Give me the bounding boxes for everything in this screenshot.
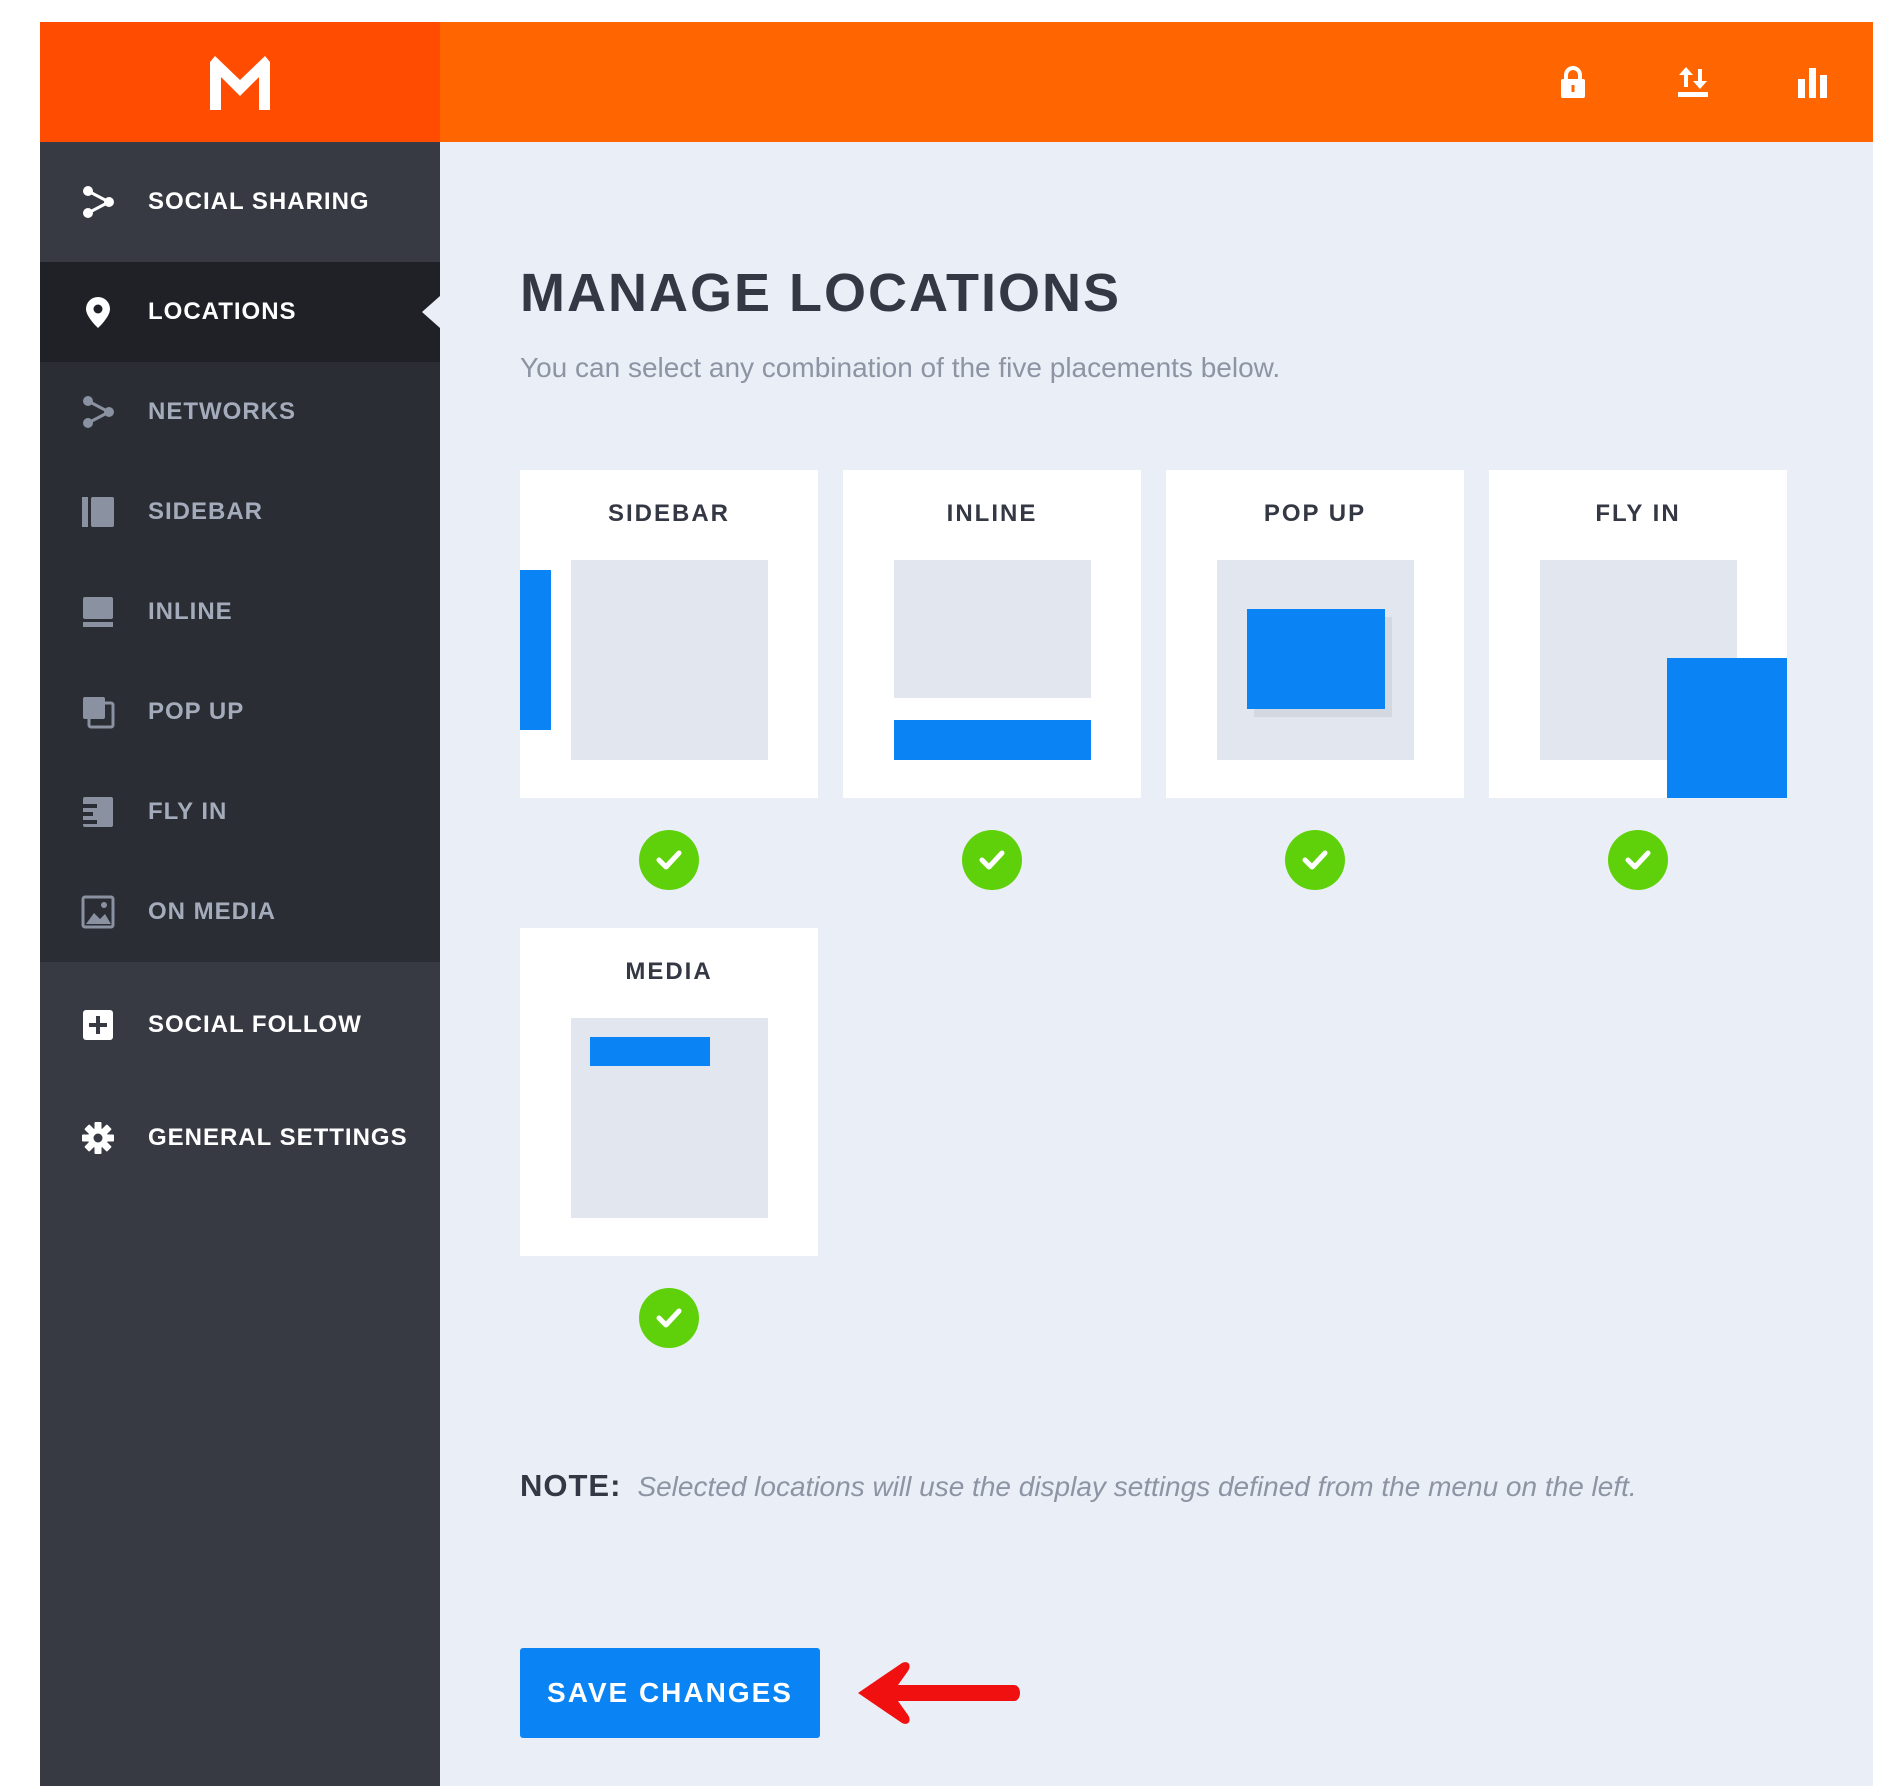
- card-title: MEDIA: [625, 958, 713, 985]
- sidebar-layout-icon: [80, 494, 116, 530]
- sidebar: SOCIAL SHARING LOCATIONS NETWORKS SIDEBA…: [40, 142, 440, 1786]
- gear-icon: [80, 1120, 116, 1156]
- check-icon: [656, 850, 682, 870]
- selected-check-sidebar[interactable]: [639, 830, 699, 890]
- share-icon: [80, 394, 116, 430]
- top-header: [40, 22, 1873, 142]
- sidebar-item-general-settings[interactable]: GENERAL SETTINGS: [40, 1088, 440, 1188]
- stats-button[interactable]: [1753, 22, 1873, 142]
- sidebar-item-sidebar[interactable]: SIDEBAR: [40, 462, 440, 562]
- sidebar-item-label: SOCIAL FOLLOW: [148, 1011, 362, 1038]
- import-export-icon: [1678, 67, 1708, 97]
- share-icon: [80, 184, 116, 220]
- lock-icon: [1561, 66, 1585, 98]
- selected-check-inline[interactable]: [962, 830, 1022, 890]
- location-pin-icon: [80, 294, 116, 330]
- sidebar-item-label: SOCIAL SHARING: [148, 188, 370, 215]
- plus-square-icon: [80, 1007, 116, 1043]
- card-title: FLY IN: [1595, 500, 1681, 527]
- app-window: SOCIAL SHARING LOCATIONS NETWORKS SIDEBA…: [40, 22, 1873, 1786]
- preview-page: [571, 560, 768, 760]
- note-text: Selected locations will use the display …: [637, 1471, 1637, 1502]
- flyin-layout-icon: [80, 794, 116, 830]
- preview-placement: [1667, 658, 1787, 798]
- note: NOTE: Selected locations will use the dis…: [520, 1468, 1637, 1504]
- import-export-button[interactable]: [1633, 22, 1753, 142]
- location-card-sidebar[interactable]: SIDEBAR: [520, 470, 818, 798]
- note-label: NOTE:: [520, 1468, 622, 1503]
- sidebar-item-label: POP UP: [148, 698, 245, 725]
- image-icon: [80, 894, 116, 930]
- selected-check-media[interactable]: [639, 1288, 699, 1348]
- sidebar-item-label: INLINE: [148, 598, 233, 625]
- sidebar-item-social-follow[interactable]: SOCIAL FOLLOW: [40, 962, 440, 1088]
- logo[interactable]: [40, 22, 440, 142]
- popup-layout-icon: [80, 694, 116, 730]
- page-subtitle: You can select any combination of the fi…: [520, 352, 1281, 383]
- sidebar-item-fly-in[interactable]: FLY IN: [40, 762, 440, 862]
- sidebar-item-label: LOCATIONS: [148, 298, 297, 325]
- sidebar-item-social-sharing[interactable]: SOCIAL SHARING: [40, 142, 440, 262]
- header-toolbar: [1513, 22, 1873, 142]
- sidebar-item-label: ON MEDIA: [148, 898, 276, 925]
- sidebar-item-label: SIDEBAR: [148, 498, 264, 525]
- check-icon: [1625, 850, 1651, 870]
- location-card-inline[interactable]: INLINE: [843, 470, 1141, 798]
- lock-button[interactable]: [1513, 22, 1633, 142]
- sidebar-item-on-media[interactable]: ON MEDIA: [40, 862, 440, 962]
- check-icon: [979, 850, 1005, 870]
- card-title: INLINE: [946, 500, 1038, 527]
- red-arrow-icon: [858, 1662, 1020, 1724]
- sidebar-item-label: NETWORKS: [148, 398, 296, 425]
- sidebar-item-label: FLY IN: [148, 798, 228, 825]
- location-card-media[interactable]: MEDIA: [520, 928, 818, 1256]
- card-title: SIDEBAR: [607, 500, 730, 527]
- bar-chart-icon: [1798, 68, 1827, 98]
- m-logo-icon: [210, 56, 270, 110]
- sidebar-item-pop-up[interactable]: POP UP: [40, 662, 440, 762]
- card-title: POP UP: [1263, 500, 1367, 527]
- inline-layout-icon: [80, 594, 116, 630]
- sidebar-item-label: GENERAL SETTINGS: [148, 1124, 408, 1151]
- sidebar-item-networks[interactable]: NETWORKS: [40, 362, 440, 462]
- location-card-fly-in[interactable]: FLY IN: [1489, 470, 1787, 798]
- selected-check-fly-in[interactable]: [1608, 830, 1668, 890]
- preview-placement: [894, 720, 1091, 760]
- main-content: MANAGE LOCATIONS You can select any comb…: [440, 142, 1873, 1786]
- sidebar-item-locations[interactable]: LOCATIONS: [40, 262, 440, 362]
- save-changes-button[interactable]: SAVE CHANGES: [520, 1648, 820, 1738]
- sidebar-subnav: LOCATIONS NETWORKS SIDEBAR INLINE POP UP…: [40, 262, 440, 962]
- preview-placement: [520, 570, 551, 730]
- preview-placement: [590, 1037, 710, 1066]
- sidebar-item-inline[interactable]: INLINE: [40, 562, 440, 662]
- check-icon: [1302, 850, 1328, 870]
- check-icon: [656, 1308, 682, 1328]
- location-card-pop-up[interactable]: POP UP: [1166, 470, 1464, 798]
- preview-placement: [1247, 609, 1385, 709]
- page-title: MANAGE LOCATIONS: [520, 263, 1121, 323]
- selected-check-pop-up[interactable]: [1285, 830, 1345, 890]
- preview-page: [894, 560, 1091, 698]
